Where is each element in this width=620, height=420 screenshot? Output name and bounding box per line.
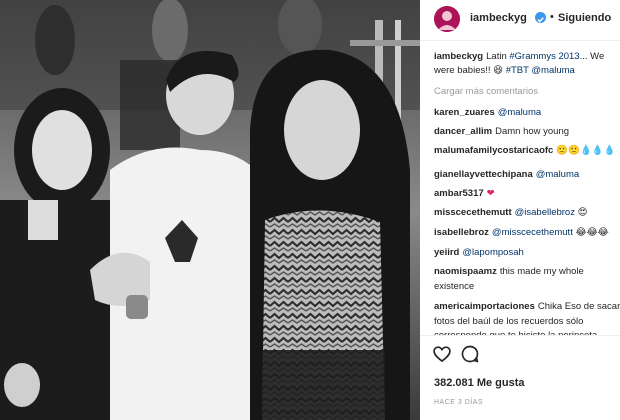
comment-username[interactable]: karen_zuares [434,107,495,118]
comment-item: dancer_allim Damn how young [434,125,569,139]
post-actions: 382.081 Me gusta HACE 3 DÍAS [420,335,620,420]
comment-username[interactable]: isabellebroz [434,227,489,238]
caption: iambeckyg Latin #Grammys 2013... We [434,51,605,62]
comment-continuation: fotos del baúl de los recuerdos sólo [434,315,583,329]
comment-icon[interactable] [460,344,480,364]
avatar-image [434,6,460,32]
checkmark-icon [537,17,544,23]
load-more-comments-button[interactable]: Cargar más comentarios [434,86,538,97]
avatar[interactable] [434,6,460,32]
comment-mention[interactable]: @isabellebroz [515,207,575,218]
comment-item: yeiird @lapomposah [434,246,524,260]
comment-mention[interactable]: @misscecethemutt [492,227,573,238]
post-photo[interactable] [0,0,420,420]
comment-text: existence [434,281,475,292]
comment-item: karen_zuares @maluma [434,106,541,120]
comment-username[interactable]: misscecethemutt [434,207,512,218]
comment-item: malumafamilycostaricaofc 🙁🙁💧💧💧 [434,144,616,158]
comment-username[interactable]: naomispaamz [434,266,497,277]
verified-badge-icon [535,12,546,23]
likes-count[interactable]: 382.081 Me gusta [434,377,525,389]
header-username[interactable]: iambeckyg [470,12,527,24]
separator-dot: • [550,11,554,23]
comment-item: naomispaamz this made my whole [434,265,584,279]
comment-username[interactable]: yeiird [434,247,459,258]
photo-image [0,0,420,420]
comment-username[interactable]: ambar5317 [434,188,484,199]
comment-mention[interactable]: @maluma [536,169,579,180]
comment-text: 😂😂😂 [575,227,609,238]
comment-continuation: existence [434,280,474,294]
comment-text: fotos del baúl de los recuerdos sólo [434,316,584,327]
comment-text: ❤ [486,188,495,199]
caption-mention[interactable]: @maluma [531,65,574,76]
comment-username[interactable]: americaimportaciones [434,301,535,312]
comment-username[interactable]: malumafamilycostaricaofc [434,145,553,156]
caption-line-2: were babies!! 😆 #TBT @maluma [434,65,575,76]
comment-text: 🙁🙁💧💧💧 [556,145,616,156]
comment-item: misscecethemutt @isabellebroz 😍 [434,206,588,220]
caption-hashtag-tbt[interactable]: #TBT [506,65,529,76]
comment-username[interactable]: dancer_allim [434,126,492,137]
comment-item: gianellayvettechipana @maluma [434,168,579,182]
caption-username[interactable]: iambeckyg [434,51,483,62]
comment-mention[interactable]: @lapomposah [462,247,523,258]
comment-text: 😍 [577,207,588,218]
follow-button[interactable]: Siguiendo [558,12,611,24]
post-side-panel: iambeckyg • Siguiendo iambeckyg Latin #Gr… [420,0,620,420]
comment-item: ambar5317 ❤ [434,187,495,201]
comment-item: isabellebroz @misscecethemutt 😂😂😂 [434,226,609,240]
comment-text: Damn how young [495,126,570,137]
post-header: iambeckyg • Siguiendo [420,0,620,41]
comment-username[interactable]: gianellayvettechipana [434,169,533,180]
post-timestamp[interactable]: HACE 3 DÍAS [434,399,483,406]
comment-text: Chika Eso de sacar [537,301,620,312]
caption-hashtag[interactable]: #Grammys 2013 [509,51,579,62]
comment-item: americaimportaciones Chika Eso de sacar [434,300,620,314]
heart-icon[interactable] [432,344,452,364]
comment-text: this made my whole [499,266,584,277]
comment-mention[interactable]: @maluma [498,107,541,118]
